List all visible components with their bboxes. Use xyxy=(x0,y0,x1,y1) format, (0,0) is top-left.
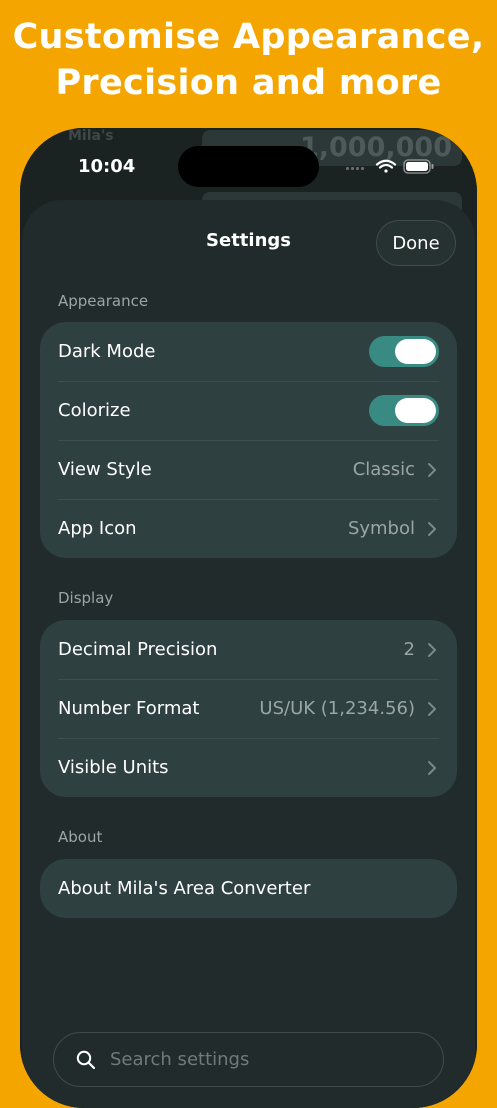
done-button[interactable]: Done xyxy=(376,220,456,266)
search-bar[interactable] xyxy=(53,1032,444,1087)
row-label: Dark Mode xyxy=(58,341,156,362)
promo-line-1: Customise Appearance, xyxy=(12,17,485,57)
visible-units-row[interactable]: Visible Units xyxy=(40,738,457,797)
chevron-right-icon xyxy=(428,642,436,657)
colorize-toggle[interactable] xyxy=(369,395,439,426)
search-input[interactable] xyxy=(108,1048,412,1071)
about-group: About Mila's Area Converter xyxy=(40,859,457,918)
about-app-row[interactable]: About Mila's Area Converter xyxy=(40,859,457,918)
phone-frame: Mila's 1,000,000 10:04 Settings Done App… xyxy=(20,128,477,1108)
promo-line-2: Precision and more xyxy=(55,63,442,103)
status-icons xyxy=(346,159,434,174)
view-style-row[interactable]: View Style Classic xyxy=(40,440,457,499)
section-label-about: About xyxy=(58,828,103,846)
chevron-right-icon xyxy=(428,521,436,536)
appearance-group: Dark Mode Colorize View Style Classic Ap… xyxy=(40,322,457,558)
row-value: US/UK (1,234.56) xyxy=(259,698,415,719)
status-time: 10:04 xyxy=(78,156,136,177)
decimal-precision-row[interactable]: Decimal Precision 2 xyxy=(40,620,457,679)
row-value: Classic xyxy=(352,459,415,480)
dark-mode-toggle[interactable] xyxy=(369,336,439,367)
battery-icon xyxy=(403,159,434,174)
search-icon xyxy=(76,1050,96,1069)
dynamic-island xyxy=(178,146,319,187)
row-label: About Mila's Area Converter xyxy=(58,878,311,899)
toggle-knob xyxy=(395,339,436,364)
promo-headline: Customise Appearance, Precision and more xyxy=(0,14,497,106)
row-label: Colorize xyxy=(58,400,131,421)
section-label-appearance: Appearance xyxy=(58,292,149,310)
cellular-icon xyxy=(346,167,364,170)
row-label: Number Format xyxy=(58,698,200,719)
display-group: Decimal Precision 2 Number Format US/UK … xyxy=(40,620,457,797)
row-value: 2 xyxy=(403,639,415,660)
dark-mode-row[interactable]: Dark Mode xyxy=(40,322,457,381)
colorize-row[interactable]: Colorize xyxy=(40,381,457,440)
section-label-display: Display xyxy=(58,589,114,607)
toggle-knob xyxy=(395,398,436,423)
status-bar: 10:04 xyxy=(20,128,477,200)
app-icon-row[interactable]: App Icon Symbol xyxy=(40,499,457,558)
chevron-right-icon xyxy=(428,701,436,716)
settings-sheet: Settings Done Appearance Dark Mode Color… xyxy=(22,200,475,1108)
chevron-right-icon xyxy=(428,462,436,477)
row-label: Decimal Precision xyxy=(58,639,218,660)
row-label: View Style xyxy=(58,459,152,480)
chevron-right-icon xyxy=(428,760,436,775)
row-value: Symbol xyxy=(347,518,415,539)
row-label: Visible Units xyxy=(58,757,169,778)
wifi-icon xyxy=(375,159,397,173)
number-format-row[interactable]: Number Format US/UK (1,234.56) xyxy=(40,679,457,738)
row-label: App Icon xyxy=(58,518,137,539)
